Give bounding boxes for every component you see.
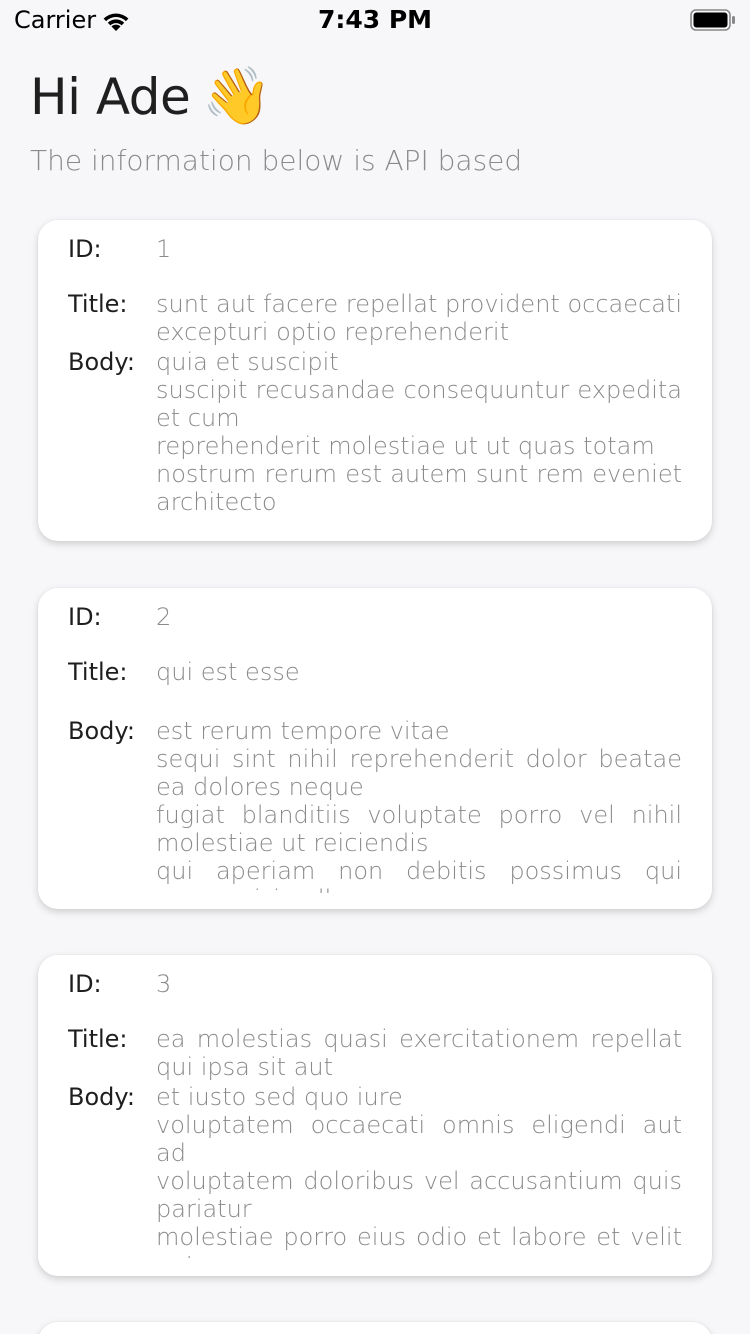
body-label: Body: [68,717,135,745]
post-card[interactable]: ID: 1 Title: sunt aut facere repellat pr… [38,220,712,541]
screen: Carrier 7:43 PM Hi Ade 👋 The information… [0,0,750,1334]
post-card[interactable]: ID: 3 Title: ea molestias quasi exercita… [38,955,712,1276]
battery-icon [690,9,735,31]
post-id-row: ID: 3 [68,967,682,1025]
post-id-value: 2 [156,603,172,631]
post-body-row: Body: est rerum tempore vitae sequi sint… [68,717,682,893]
post-body-row: Body: quia et suscipit suscipit recusand… [68,348,682,516]
post-title-value: sunt aut facere repellat provident occae… [156,290,682,346]
post-id-row: ID: 1 [68,232,682,290]
post-id-row: ID: 2 [68,600,682,658]
status-bar: Carrier 7:43 PM [0,0,750,40]
waving-hand-icon: 👋 [202,64,272,129]
post-card[interactable] [38,1322,712,1334]
post-id-value: 3 [156,970,172,998]
body-label: Body: [68,1083,135,1111]
post-id-value: 1 [156,235,172,263]
post-title-row: Title: sunt aut facere repellat providen… [68,290,682,348]
post-card[interactable]: ID: 2 Title: qui est esse Body: est reru… [38,588,712,909]
post-title-row: Title: qui est esse [68,658,682,717]
title-label: Title: [68,290,128,318]
id-label: ID: [68,603,102,631]
post-title-value: ea molestias quasi exercitationem repell… [156,1025,682,1081]
post-body-value: est rerum tempore vitae sequi sint nihil… [156,717,682,893]
post-title-value: qui est esse [156,658,300,686]
greeting: Hi Ade 👋 [30,62,272,132]
page-subtitle: The information below is API based [30,144,523,177]
post-body-row: Body: et iusto sed quo iure voluptatem o… [68,1083,682,1258]
greeting-text: Hi Ade [30,68,191,126]
clock: 7:43 PM [317,5,433,34]
title-label: Title: [68,1025,128,1053]
post-body-value: quia et suscipit suscipit recusandae con… [156,348,682,516]
id-label: ID: [68,970,102,998]
id-label: ID: [68,235,102,263]
body-label: Body: [68,348,135,376]
title-label: Title: [68,658,128,686]
post-title-row: Title: ea molestias quasi exercitationem… [68,1025,682,1083]
post-body-value: et iusto sed quo iure voluptatem occaeca… [156,1083,682,1258]
